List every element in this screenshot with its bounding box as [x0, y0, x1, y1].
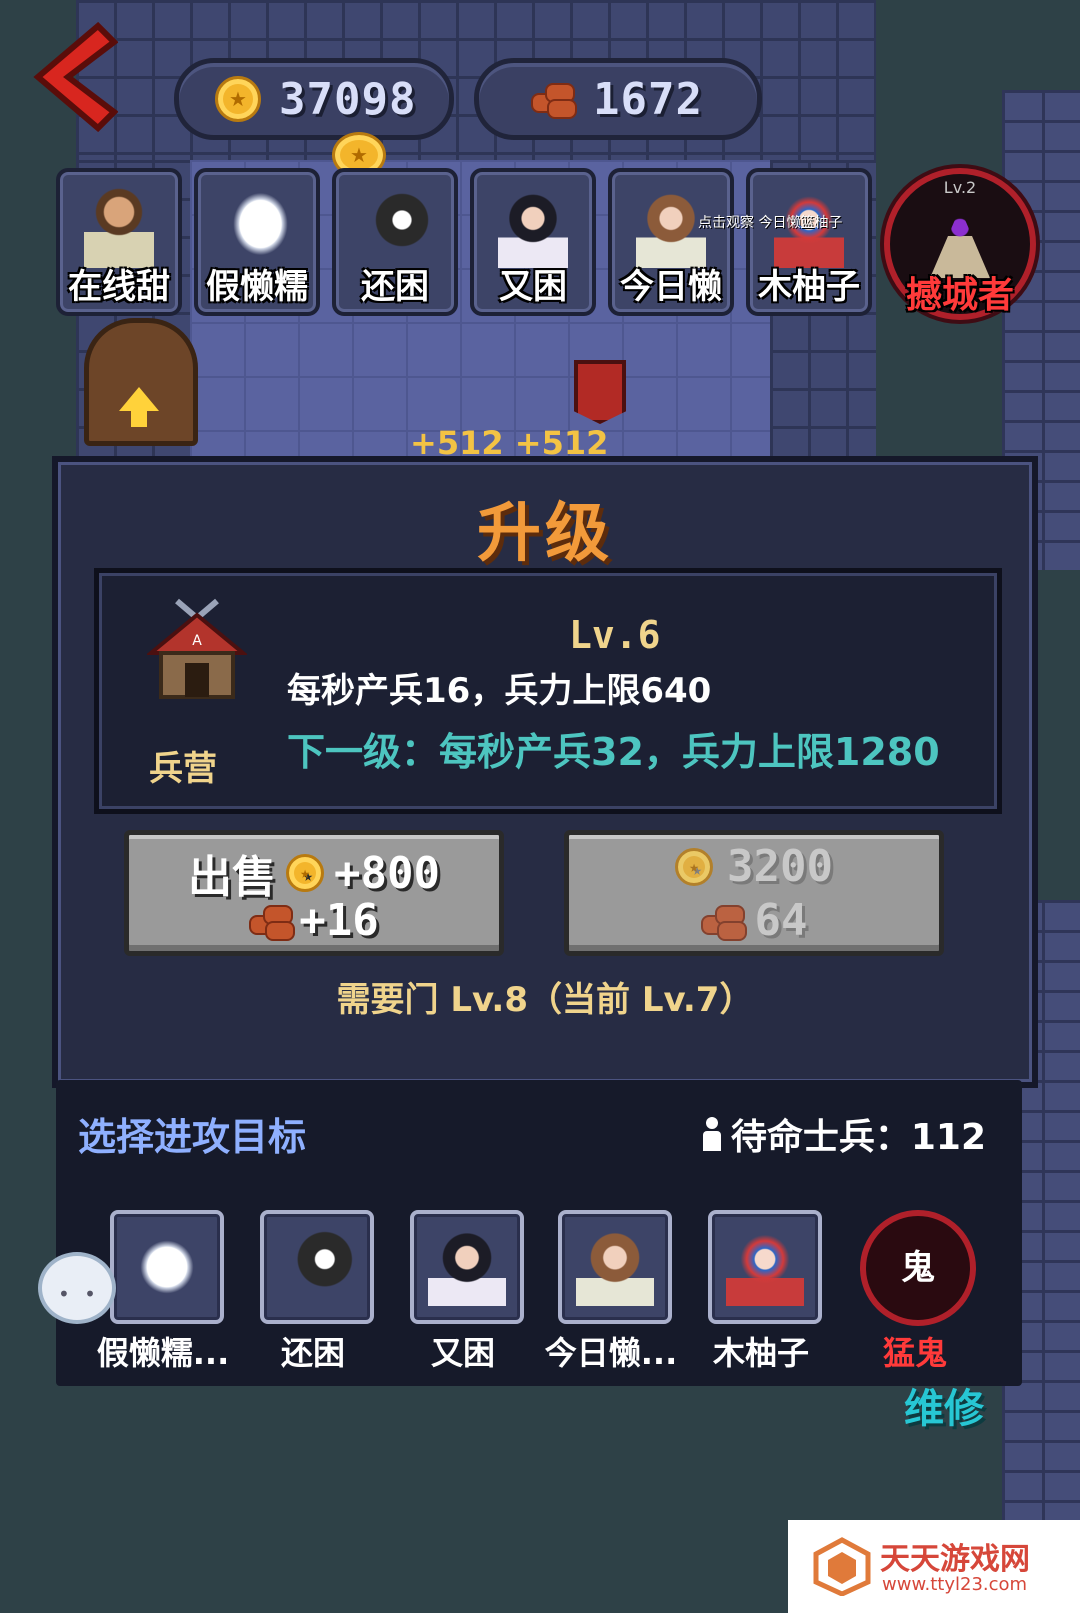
player-card-3[interactable]: 还困	[332, 168, 458, 316]
chat-bubble-icon[interactable]: • •	[38, 1252, 116, 1324]
boss-portrait[interactable]: Lv.2 撼城者	[884, 168, 1036, 320]
black-cat-avatar-icon	[360, 188, 430, 268]
wood-value: 1672	[593, 73, 703, 125]
player-name: 木柚子	[758, 267, 860, 307]
ghost-target-name: 猛鬼	[882, 1334, 947, 1372]
target-name: 今日懒...	[544, 1334, 678, 1372]
repair-label[interactable]: 维修	[904, 1376, 984, 1434]
boss-level: Lv.2	[943, 178, 977, 197]
wood-counter: 1672	[474, 58, 762, 140]
player-name: 今日懒	[620, 267, 722, 307]
upgrade-arrow-stem	[131, 409, 147, 427]
player-card-5[interactable]: 今日懒	[608, 168, 734, 316]
player-name: 假懒糯	[206, 267, 308, 307]
attack-banner-icon[interactable]	[574, 360, 626, 424]
watermark-logo-icon	[813, 1537, 871, 1596]
site-watermark: 天天游戏网 www.ttyl23.com	[788, 1520, 1080, 1613]
dialog-title: 升级	[477, 497, 613, 571]
watermark-url: www.ttyl23.com	[882, 1574, 1028, 1595]
girl-butterfly-avatar-icon	[428, 1228, 506, 1306]
upgrade-wood-cost: 64	[754, 895, 808, 946]
target-card-5[interactable]	[708, 1210, 822, 1324]
player-name: 在线甜	[68, 267, 170, 307]
next-level-stats: 下一级：每秒产兵32，兵力上限1280	[287, 730, 940, 774]
wood-logs-icon	[531, 81, 577, 119]
opera-girl-avatar-icon	[726, 1228, 804, 1306]
player-card-6[interactable]: 木柚子	[746, 168, 872, 316]
soldier-icon	[701, 1117, 723, 1151]
target-card-4[interactable]	[558, 1210, 672, 1324]
boss-name: 撼城者	[905, 275, 1014, 316]
player-card-2[interactable]: 假懒糯	[194, 168, 320, 316]
barracks-icon: A	[147, 598, 247, 699]
player-card-4[interactable]: 又困	[470, 168, 596, 316]
wood-logs-icon	[249, 903, 296, 941]
target-card-1[interactable]	[110, 1210, 224, 1324]
building-info-box: A 兵营 Lv.6 每秒产兵16，兵力上限640 下一级：每秒产兵32，兵力上限…	[94, 568, 1002, 814]
gold-coin-icon: ★	[215, 76, 261, 122]
observe-tip: 点击观察 今日懒篮柚子	[698, 215, 843, 231]
target-panel-title: 选择进攻目标	[78, 1115, 307, 1159]
target-name: 木柚子	[712, 1334, 809, 1372]
upgrade-gold-cost: 3200	[727, 841, 833, 892]
white-dog-avatar-icon	[222, 188, 292, 268]
standby-soldiers-label: 待命士兵：112	[730, 1117, 986, 1158]
gold-value: 37098	[279, 73, 417, 125]
building-level: Lv.6	[569, 613, 661, 657]
chat-dots: • •	[58, 1282, 100, 1306]
upgrade-wood-line: 64	[569, 895, 939, 946]
white-dog-avatar-icon	[128, 1228, 206, 1306]
current-stats: 每秒产兵16，兵力上限640	[287, 671, 712, 711]
watermark-title: 天天游戏网	[880, 1542, 1030, 1577]
girl-butterfly-avatar-icon	[498, 188, 568, 268]
sell-wood-line: +16	[129, 895, 499, 946]
wood-logs-icon	[700, 903, 747, 941]
gold-coin-icon: ★	[675, 847, 714, 886]
upgrade-requirement: 需要门 Lv.8（当前 Lv.7）	[336, 980, 754, 1020]
bearded-man-avatar-icon	[84, 188, 154, 268]
gate-door[interactable]	[84, 318, 198, 446]
target-name: 又困	[430, 1334, 495, 1372]
upgrade-gold-line: ★ 3200	[569, 841, 939, 892]
upgrade-dialog: 升级 A 兵营 Lv.6 每秒产兵16，兵力上限640 下一级：每秒产兵32，兵…	[52, 456, 1038, 1088]
player-card-1[interactable]: 在线甜	[56, 168, 182, 316]
upgrade-arrow-icon	[119, 387, 159, 411]
player-name: 还困	[361, 267, 429, 307]
target-name: 假懒糯...	[96, 1334, 230, 1372]
attack-target-panel: 选择进攻目标 待命士兵：112 假懒糯... 还困 又困 今日懒... 木柚子 …	[56, 1080, 1022, 1386]
target-card-2[interactable]	[260, 1210, 374, 1324]
sell-gold-value: +800	[334, 847, 440, 899]
upgrade-button[interactable]: ★ 3200 64	[564, 830, 944, 956]
brown-hair-girl-avatar-icon	[636, 188, 706, 268]
standby-soldiers: 待命士兵：112	[701, 1108, 986, 1160]
gold-coin-icon: ★	[286, 854, 325, 892]
target-card-3[interactable]	[410, 1210, 524, 1324]
ghost-target-button[interactable]: 鬼	[860, 1210, 976, 1326]
brown-hair-girl-avatar-icon	[576, 1228, 654, 1306]
target-name: 还困	[280, 1334, 345, 1372]
svg-text:A: A	[192, 633, 202, 649]
building-name: 兵营	[149, 749, 217, 789]
black-cat-avatar-icon	[278, 1228, 356, 1306]
sell-button[interactable]: 出售 ★ +800 +16	[124, 830, 504, 956]
gold-counter: ★ 37098	[174, 58, 454, 140]
player-name: 又困	[499, 267, 567, 307]
back-arrow-icon[interactable]	[28, 22, 118, 132]
sell-wood-value: +16	[299, 895, 379, 946]
